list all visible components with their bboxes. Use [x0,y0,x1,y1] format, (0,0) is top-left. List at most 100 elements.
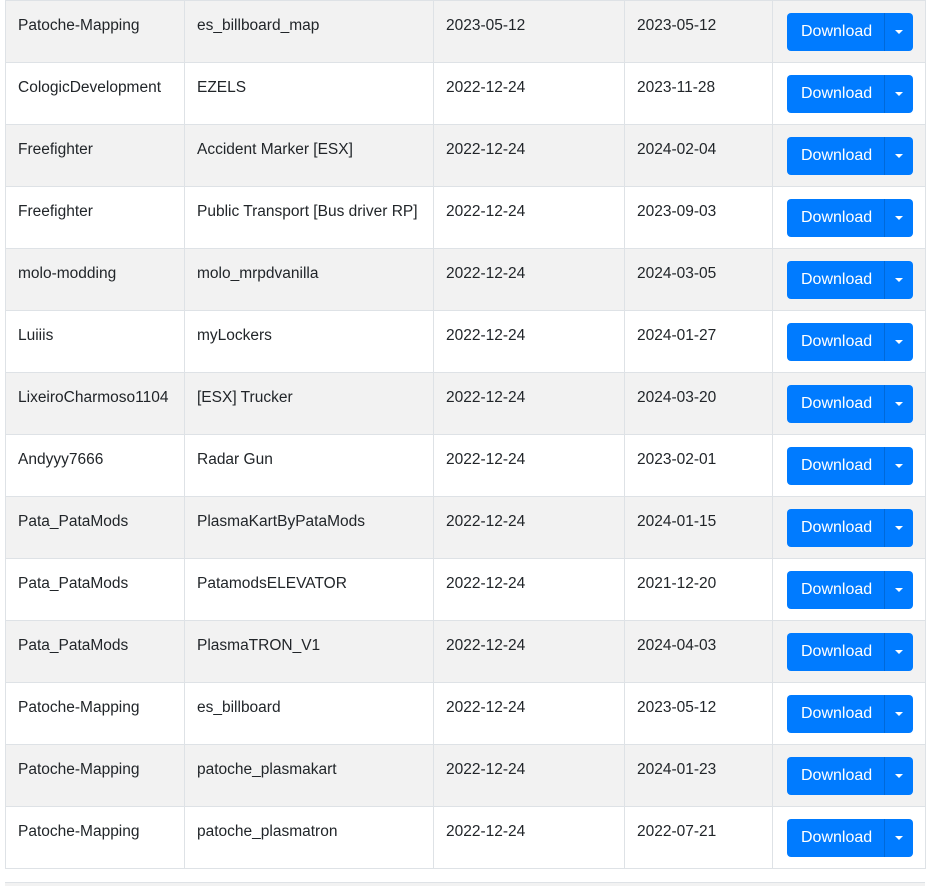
table-row: Pata_PataMods PlasmaTRON_V1 2022-12-24 2… [5,620,926,683]
action-cell: Download [772,496,926,559]
author-cell: Patoche-Mapping [5,682,185,745]
caret-down-icon [895,278,904,282]
resource-name-cell: PlasmaKartByPataMods [184,496,434,559]
download-options-toggle[interactable] [884,633,914,671]
download-options-toggle[interactable] [884,261,914,299]
created-date-cell: 2022-12-24 [433,186,625,249]
download-button[interactable]: Download [787,695,885,733]
table-row: Patoche-Mapping es_billboard_map 2023-05… [5,0,926,63]
author-cell: Patoche-Mapping [5,806,185,869]
caret-down-icon [895,774,904,778]
updated-date-cell: 2024-01-27 [624,310,773,373]
download-button[interactable]: Download [787,75,885,113]
table-row: Pata_PataMods PatamodsELEVATOR 2022-12-2… [5,558,926,621]
table-row: CologicDevelopment EZELS 2022-12-24 2023… [5,62,926,125]
download-button[interactable]: Download [787,261,885,299]
download-button[interactable]: Download [787,199,885,237]
created-date-cell: 2022-12-24 [433,620,625,683]
download-options-toggle[interactable] [884,13,914,51]
created-date-cell: 2022-12-24 [433,806,625,869]
resource-name-cell: molo_mrpdvanilla [184,248,434,311]
download-button[interactable]: Download [787,385,885,423]
action-cell: Download [772,372,926,435]
download-button[interactable]: Download [787,633,885,671]
created-date-cell: 2022-12-24 [433,496,625,559]
action-cell: Download [772,124,926,187]
action-cell: Download [772,186,926,249]
download-options-toggle[interactable] [884,509,914,547]
caret-down-icon [895,154,904,158]
action-cell: Download [772,434,926,497]
updated-date-cell: 2024-04-03 [624,620,773,683]
resource-table: Patoche-Mapping es_billboard_map 2023-05… [5,0,926,869]
download-options-toggle[interactable] [884,757,914,795]
updated-date-cell: 2024-01-23 [624,744,773,807]
download-split-button: Download [787,199,914,237]
author-cell: CologicDevelopment [5,62,185,125]
caret-down-icon [895,650,904,654]
download-button[interactable]: Download [787,13,885,51]
author-cell: Freefighter [5,124,185,187]
download-split-button: Download [787,571,914,609]
resource-table-viewport: Patoche-Mapping es_billboard_map 2023-05… [0,0,931,886]
table-row: Patoche-Mapping patoche_plasmakart 2022-… [5,744,926,807]
caret-down-icon [895,30,904,34]
table-row: molo-modding molo_mrpdvanilla 2022-12-24… [5,248,926,311]
updated-date-cell: 2024-03-20 [624,372,773,435]
download-split-button: Download [787,509,914,547]
author-cell: Pata_PataMods [5,496,185,559]
table-row: Patoche-Mapping patoche_plasmatron 2022-… [5,806,926,869]
created-date-cell: 2022-12-24 [433,744,625,807]
download-button[interactable]: Download [787,323,885,361]
resource-name-cell: es_billboard [184,682,434,745]
resource-name-cell: patoche_plasmakart [184,744,434,807]
caret-down-icon [895,712,904,716]
download-options-toggle[interactable] [884,323,914,361]
download-button[interactable]: Download [787,447,885,485]
updated-date-cell: 2023-09-03 [624,186,773,249]
download-options-toggle[interactable] [884,385,914,423]
caret-down-icon [895,526,904,530]
created-date-cell: 2022-12-24 [433,124,625,187]
download-split-button: Download [787,75,914,113]
download-split-button: Download [787,633,914,671]
download-options-toggle[interactable] [884,571,914,609]
download-options-toggle[interactable] [884,137,914,175]
action-cell: Download [772,248,926,311]
author-cell: Freefighter [5,186,185,249]
table-body: Patoche-Mapping es_billboard_map 2023-05… [5,0,926,869]
author-cell: molo-modding [5,248,185,311]
caret-down-icon [895,588,904,592]
download-split-button: Download [787,757,914,795]
created-date-cell: 2022-12-24 [433,310,625,373]
created-date-cell: 2023-05-12 [433,0,625,63]
table-row: Freefighter Public Transport [Bus driver… [5,186,926,249]
download-options-toggle[interactable] [884,199,914,237]
created-date-cell: 2022-12-24 [433,248,625,311]
download-options-toggle[interactable] [884,819,914,857]
author-cell: Pata_PataMods [5,620,185,683]
download-options-toggle[interactable] [884,695,914,733]
caret-down-icon [895,340,904,344]
download-button[interactable]: Download [787,137,885,175]
download-button[interactable]: Download [787,757,885,795]
download-button[interactable]: Download [787,509,885,547]
author-cell: Pata_PataMods [5,558,185,621]
download-options-toggle[interactable] [884,447,914,485]
download-button[interactable]: Download [787,819,885,857]
download-options-toggle[interactable] [884,75,914,113]
resource-name-cell: patoche_plasmatron [184,806,434,869]
created-date-cell: 2022-12-24 [433,682,625,745]
action-cell: Download [772,682,926,745]
resource-name-cell: myLockers [184,310,434,373]
resource-name-cell: EZELS [184,62,434,125]
action-cell: Download [772,310,926,373]
download-split-button: Download [787,447,914,485]
updated-date-cell: 2023-11-28 [624,62,773,125]
download-split-button: Download [787,819,914,857]
updated-date-cell: 2023-05-12 [624,0,773,63]
download-split-button: Download [787,385,914,423]
updated-date-cell: 2024-03-05 [624,248,773,311]
resource-name-cell: PatamodsELEVATOR [184,558,434,621]
download-button[interactable]: Download [787,571,885,609]
